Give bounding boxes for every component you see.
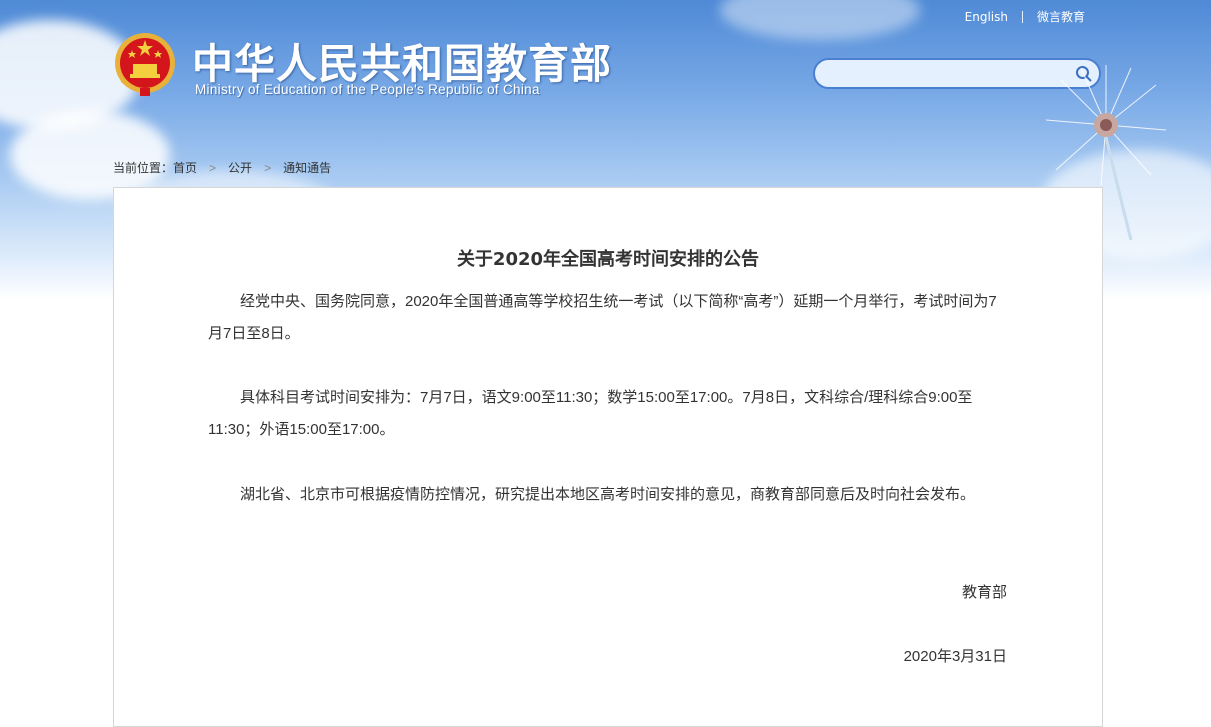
site-subtitle: Ministry of Education of the People's Re…: [195, 82, 540, 97]
article-container: 关于2020年全国高考时间安排的公告 经党中央、国务院同意，2020年全国普通高…: [113, 187, 1103, 727]
article-title: 关于2020年全国高考时间安排的公告: [456, 249, 760, 270]
article-signature: 教育部: [961, 584, 1007, 601]
weiyan-jiaoyu-link[interactable]: 微言教育: [1037, 8, 1085, 25]
breadcrumb-label: 当前位置：: [113, 161, 174, 175]
breadcrumb-notices[interactable]: 通知通告: [283, 159, 331, 176]
top-links: English 微言教育: [965, 8, 1085, 25]
breadcrumb: 当前位置： 首页 > 公开 > 通知通告: [113, 159, 331, 176]
breadcrumb-public[interactable]: 公开: [228, 159, 252, 176]
chevron-right-icon: >: [264, 160, 272, 175]
english-link[interactable]: English: [965, 10, 1008, 24]
cloud-decoration: [720, 0, 920, 40]
article-date: 2020年3月31日: [903, 648, 1007, 665]
article-paragraph: 湖北省、北京市可根据疫情防控情况，研究提出本地区高考时间安排的意见，商教育部同意…: [240, 486, 976, 503]
site-title: 中华人民共和国教育部: [192, 40, 612, 88]
chevron-right-icon: >: [209, 160, 217, 175]
article-paragraph: 具体科目考试时间安排为：7月7日，语文9:00至11:30；数学15:00至17…: [208, 389, 973, 438]
national-emblem: [115, 33, 175, 96]
article-paragraph: 经党中央、国务院同意，2020年全国普通高等学校招生统一考试（以下简称“高考”）…: [208, 293, 997, 342]
breadcrumb-home[interactable]: 首页: [173, 159, 197, 176]
divider: [1021, 10, 1023, 23]
